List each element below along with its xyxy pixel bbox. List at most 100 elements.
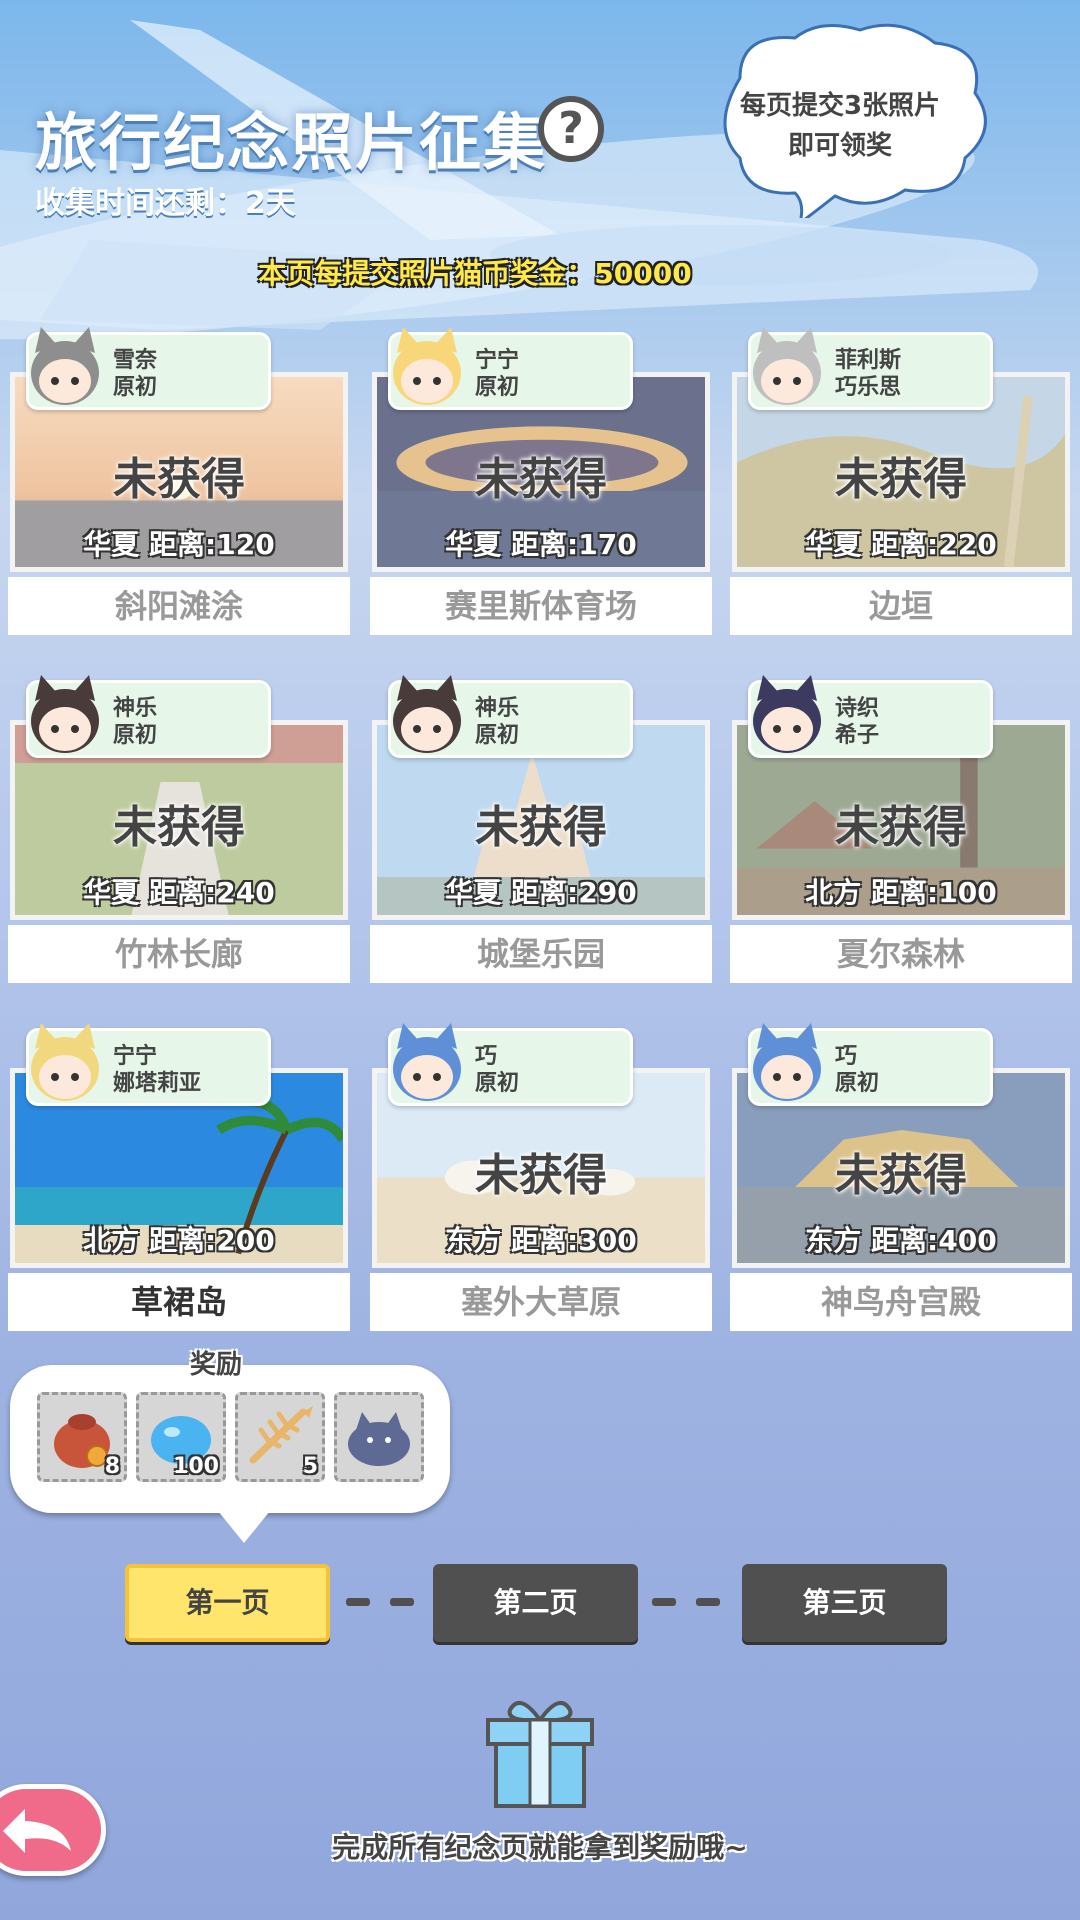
character-avatar-icon xyxy=(393,327,461,405)
character-name: 宁宁 原初 xyxy=(475,347,519,401)
distance-label: 华夏 距离:220 xyxy=(805,528,997,561)
page-connector xyxy=(652,1598,676,1606)
character-tag: 雪奈 原初 xyxy=(26,327,271,410)
location-card[interactable]: 未获得华夏 距离:220 边垣 菲利斯 巧乐思 xyxy=(730,327,1072,637)
bubble-line-1: 每页提交3张照片 xyxy=(739,91,941,121)
location-name: 斜阳滩涂 xyxy=(8,577,350,635)
page-connector xyxy=(696,1598,720,1606)
character-name: 菲利斯 巧乐思 xyxy=(835,347,901,401)
time-remaining: 收集时间还剩：2天 xyxy=(35,186,296,221)
character-name-line-2: 原初 xyxy=(113,375,158,400)
distance-label: 华夏 距离:240 xyxy=(83,876,275,909)
location-card[interactable]: 未获得东方 距离:300 塞外大草原 巧原初 xyxy=(370,1023,712,1333)
character-avatar-icon xyxy=(31,1023,99,1101)
character-tag: 菲利斯 巧乐思 xyxy=(748,327,993,410)
photo-status: 未获得 xyxy=(475,1150,607,1201)
location-card[interactable]: 未获得 华夏 距离:120 斜阳滩涂 雪奈 原初 xyxy=(8,327,350,637)
bubble-line-2: 即可领奖 xyxy=(787,131,892,161)
location-name: 塞外大草原 xyxy=(370,1273,712,1331)
character-name-line-1: 巧 xyxy=(835,1044,858,1069)
distance-label: 北方 距离:200 xyxy=(83,1224,275,1257)
distance-label: 东方 距离:300 xyxy=(445,1224,637,1257)
character-name-line-2: 原初 xyxy=(835,1071,880,1096)
location-card[interactable]: 未获得华夏 距离:170 赛里斯体育场 宁宁 原初 xyxy=(370,327,712,637)
character-name-line-2: 巧乐思 xyxy=(835,375,902,400)
location-name: 草裙岛 xyxy=(8,1273,350,1331)
back-button[interactable] xyxy=(0,1784,106,1876)
photo-status: 未获得 xyxy=(475,454,607,505)
character-name-line-2: 原初 xyxy=(113,723,158,748)
character-tag: 宁宁 原初 xyxy=(388,327,633,410)
reward-slot[interactable]: 100 xyxy=(136,1392,226,1482)
character-tag: 巧原初 xyxy=(748,1023,993,1106)
page-title: 旅行纪念照片征集 xyxy=(35,106,548,179)
location-card[interactable]: 未获得 北方 距离:100 夏尔森林 诗织 希子 xyxy=(730,675,1072,985)
character-tag: 巧原初 xyxy=(388,1023,633,1106)
reward-count: 8 xyxy=(104,1454,120,1479)
location-card[interactable]: 未获得 东方 距离:400 神鸟舟宫殿 巧原初 xyxy=(730,1023,1072,1333)
character-name-line-1: 诗织 xyxy=(835,696,880,721)
page-3-button[interactable]: 第三页 xyxy=(742,1564,947,1642)
character-avatar-icon xyxy=(753,675,821,753)
character-avatar-icon xyxy=(31,675,99,753)
reward-count: 100 xyxy=(173,1454,219,1479)
back-arrow-icon xyxy=(3,1809,71,1853)
location-name: 夏尔森林 xyxy=(730,925,1072,983)
photo-status: 未获得 xyxy=(835,1150,967,1201)
character-avatar-icon xyxy=(393,675,461,753)
character-tag: 诗织 希子 xyxy=(748,675,993,758)
help-icon[interactable]: ? xyxy=(538,96,604,162)
character-avatar-icon xyxy=(393,1023,461,1101)
character-name-line-1: 菲利斯 xyxy=(835,348,902,373)
character-name-line-1: 宁宁 xyxy=(113,1044,158,1069)
cat-blob-icon xyxy=(348,1412,410,1466)
character-tag: 神乐 原初 xyxy=(26,675,271,758)
distance-label: 华夏 距离:170 xyxy=(445,528,637,561)
location-name: 边垣 xyxy=(730,577,1072,635)
character-name-line-2: 希子 xyxy=(835,723,880,748)
distance-label: 北方 距离:100 xyxy=(805,876,997,909)
character-name-line-1: 神乐 xyxy=(113,696,158,721)
character-name-line-1: 雪奈 xyxy=(113,348,158,373)
character-name: 神乐 原初 xyxy=(475,695,519,749)
character-avatar-icon xyxy=(753,327,821,405)
reward-slot[interactable]: 8 xyxy=(37,1392,127,1482)
character-name-line-2: 原初 xyxy=(475,375,520,400)
location-name: 竹林长廊 xyxy=(8,925,350,983)
character-name-line-2: 娜塔莉亚 xyxy=(113,1071,202,1096)
location-card[interactable]: 未获得华夏 距离:290 城堡乐园 神乐 原初 xyxy=(370,675,712,985)
page-connector xyxy=(346,1598,370,1606)
character-name-line-2: 原初 xyxy=(475,723,520,748)
character-tag: 宁宁 娜塔莉亚 xyxy=(26,1023,271,1106)
character-avatar-icon xyxy=(753,1023,821,1101)
character-name: 雪奈 原初 xyxy=(113,347,157,401)
reward-count: 5 xyxy=(302,1454,318,1479)
photo-status: 未获得 xyxy=(835,454,967,505)
character-name: 宁宁 娜塔莉亚 xyxy=(113,1043,201,1097)
character-name-line-2: 原初 xyxy=(475,1071,520,1096)
gift-icon[interactable] xyxy=(480,1692,600,1812)
distance-label: 华夏 距离:290 xyxy=(445,876,637,909)
footer-hint: 完成所有纪念页就能拿到奖励哦~ xyxy=(332,1831,748,1864)
page-1-button[interactable]: 第一页 xyxy=(125,1564,330,1642)
photo-status: 未获得 xyxy=(475,802,607,853)
location-name: 城堡乐园 xyxy=(370,925,712,983)
location-card[interactable]: 北方 距离:200 草裙岛 宁宁 娜塔莉亚 xyxy=(8,1023,350,1333)
character-name-line-1: 神乐 xyxy=(475,696,520,721)
character-name: 巧原初 xyxy=(835,1043,879,1097)
page-connector xyxy=(390,1598,414,1606)
reward-info: 本页每提交照片猫币奖金：50000 xyxy=(258,257,692,290)
location-card[interactable]: 未获得华夏 距离:240 竹林长廊 神乐 原初 xyxy=(8,675,350,985)
character-name-line-1: 巧 xyxy=(475,1044,498,1069)
photo-status: 未获得 xyxy=(113,454,245,505)
reward-slot[interactable]: 5 xyxy=(235,1392,325,1482)
page-2-button[interactable]: 第二页 xyxy=(433,1564,638,1642)
location-name: 神鸟舟宫殿 xyxy=(730,1273,1072,1331)
character-tag: 神乐 原初 xyxy=(388,675,633,758)
reward-slot[interactable] xyxy=(334,1392,424,1482)
character-avatar-icon xyxy=(31,327,99,405)
character-name-line-1: 宁宁 xyxy=(475,348,520,373)
photo-status: 未获得 xyxy=(113,802,245,853)
character-name: 巧原初 xyxy=(475,1043,519,1097)
location-name: 赛里斯体育场 xyxy=(370,577,712,635)
